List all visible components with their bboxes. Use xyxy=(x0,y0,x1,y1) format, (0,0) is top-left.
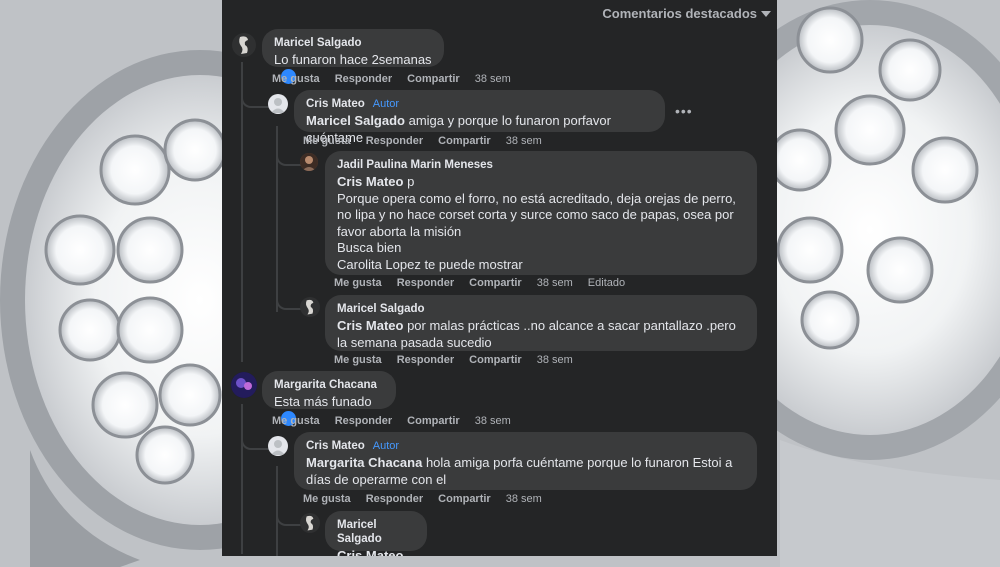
avatar[interactable] xyxy=(300,153,318,171)
comment-actions: Me gusta Responder Compartir 38 sem xyxy=(272,73,511,85)
share-button[interactable]: Compartir xyxy=(407,415,460,427)
like-button[interactable]: Me gusta xyxy=(303,493,351,505)
author-badge: Autor xyxy=(372,440,400,452)
like-button[interactable]: Me gusta xyxy=(334,354,382,366)
share-button[interactable]: Compartir xyxy=(438,493,491,505)
comment-timestamp[interactable]: 38 sem xyxy=(506,493,542,505)
comment-bubble: Maricel Salgado Cris Mateo xyxy=(325,511,427,556)
mention-link[interactable]: Margarita Chacana xyxy=(306,455,422,470)
comment-actions: Me gusta Responder Compartir 38 sem Edit… xyxy=(334,277,625,289)
thread-connector xyxy=(276,506,302,526)
reply-button[interactable]: Responder xyxy=(366,135,423,147)
comment-bubble: Margarita Chacana Esta más funado xyxy=(262,371,396,427)
comment-timestamp[interactable]: 38 sem xyxy=(537,354,573,366)
reply-button[interactable]: Responder xyxy=(366,493,423,505)
thread-connector xyxy=(276,146,302,166)
reply-button[interactable]: Responder xyxy=(335,415,392,427)
sort-comments-dropdown[interactable]: Comentarios destacados xyxy=(602,6,771,21)
avatar[interactable] xyxy=(300,297,320,317)
share-button[interactable]: Compartir xyxy=(469,277,522,289)
avatar[interactable] xyxy=(300,513,320,533)
comment-text: Cris Mateo p Porque opera como el forro,… xyxy=(337,174,736,272)
comment-author[interactable]: Cris Mateo Autor xyxy=(306,439,745,453)
more-options-icon[interactable]: ••• xyxy=(675,103,693,119)
comment-actions: Me gusta Responder Compartir 38 sem xyxy=(272,415,511,427)
comment-actions: Me gusta Responder Compartir 38 sem xyxy=(303,135,542,147)
comment-actions: Me gusta Responder Compartir 38 sem xyxy=(334,354,573,366)
comment-author[interactable]: Cris Mateo Autor xyxy=(306,97,653,111)
like-button[interactable]: Me gusta xyxy=(272,73,320,85)
comment-timestamp[interactable]: 38 sem xyxy=(537,277,573,289)
mention-link[interactable]: Cris Mateo xyxy=(337,548,403,556)
mention-link[interactable]: Cris Mateo xyxy=(337,174,403,189)
thread-connector xyxy=(276,290,302,310)
comment-actions: Me gusta Responder Compartir 38 sem xyxy=(303,493,542,505)
comment-author[interactable]: Jadil Paulina Marin Meneses xyxy=(337,158,745,172)
like-button[interactable]: Me gusta xyxy=(334,277,382,289)
comment-bubble: Cris Mateo Autor Margarita Chacana hola a… xyxy=(294,432,757,490)
like-button[interactable]: Me gusta xyxy=(272,415,320,427)
reply-button[interactable]: Responder xyxy=(397,354,454,366)
comment-author[interactable]: Maricel Salgado xyxy=(274,36,432,50)
avatar[interactable] xyxy=(231,372,257,398)
comment-bubble: Maricel Salgado Cris Mateo por malas prá… xyxy=(325,295,757,351)
comment-text: Margarita Chacana hola amiga porfa cuént… xyxy=(306,455,733,487)
thread-line xyxy=(241,62,243,362)
comment-bubble: Jadil Paulina Marin Meneses Cris Mateo p… xyxy=(325,151,757,275)
mention-link[interactable]: Cris Mateo xyxy=(337,318,403,333)
comment-bubble: Cris Mateo Autor Maricel Salgado amiga y … xyxy=(294,90,665,145)
share-button[interactable]: Compartir xyxy=(469,354,522,366)
edited-label[interactable]: Editado xyxy=(588,277,625,289)
comment-author[interactable]: Maricel Salgado xyxy=(337,518,415,546)
comment-text: Cris Mateo xyxy=(337,548,415,556)
avatar[interactable] xyxy=(268,94,288,114)
reply-button[interactable]: Responder xyxy=(335,73,392,85)
author-badge: Autor xyxy=(372,98,400,110)
mention-link[interactable]: Maricel Salgado xyxy=(306,113,405,128)
comment-text: Cris Mateo por malas prácticas ..no alca… xyxy=(337,318,736,350)
comments-panel: Comentarios destacados Maricel Salgado L… xyxy=(222,0,777,556)
reply-button[interactable]: Responder xyxy=(397,277,454,289)
thread-connector xyxy=(241,78,270,108)
sort-label: Comentarios destacados xyxy=(602,6,757,21)
like-button[interactable]: Me gusta xyxy=(303,135,351,147)
avatar[interactable] xyxy=(268,436,288,456)
comment-timestamp[interactable]: 38 sem xyxy=(506,135,542,147)
thread-connector xyxy=(241,420,270,450)
avatar[interactable] xyxy=(232,33,256,57)
caret-down-icon xyxy=(761,10,771,17)
share-button[interactable]: Compartir xyxy=(438,135,491,147)
comment-author[interactable]: Margarita Chacana xyxy=(274,378,384,392)
comment-bubble: Maricel Salgado Lo funaron hace 2semanas xyxy=(262,29,444,85)
share-button[interactable]: Compartir xyxy=(407,73,460,85)
comment-timestamp[interactable]: 38 sem xyxy=(475,73,511,85)
comment-author[interactable]: Maricel Salgado xyxy=(337,302,745,316)
comment-timestamp[interactable]: 38 sem xyxy=(475,415,511,427)
